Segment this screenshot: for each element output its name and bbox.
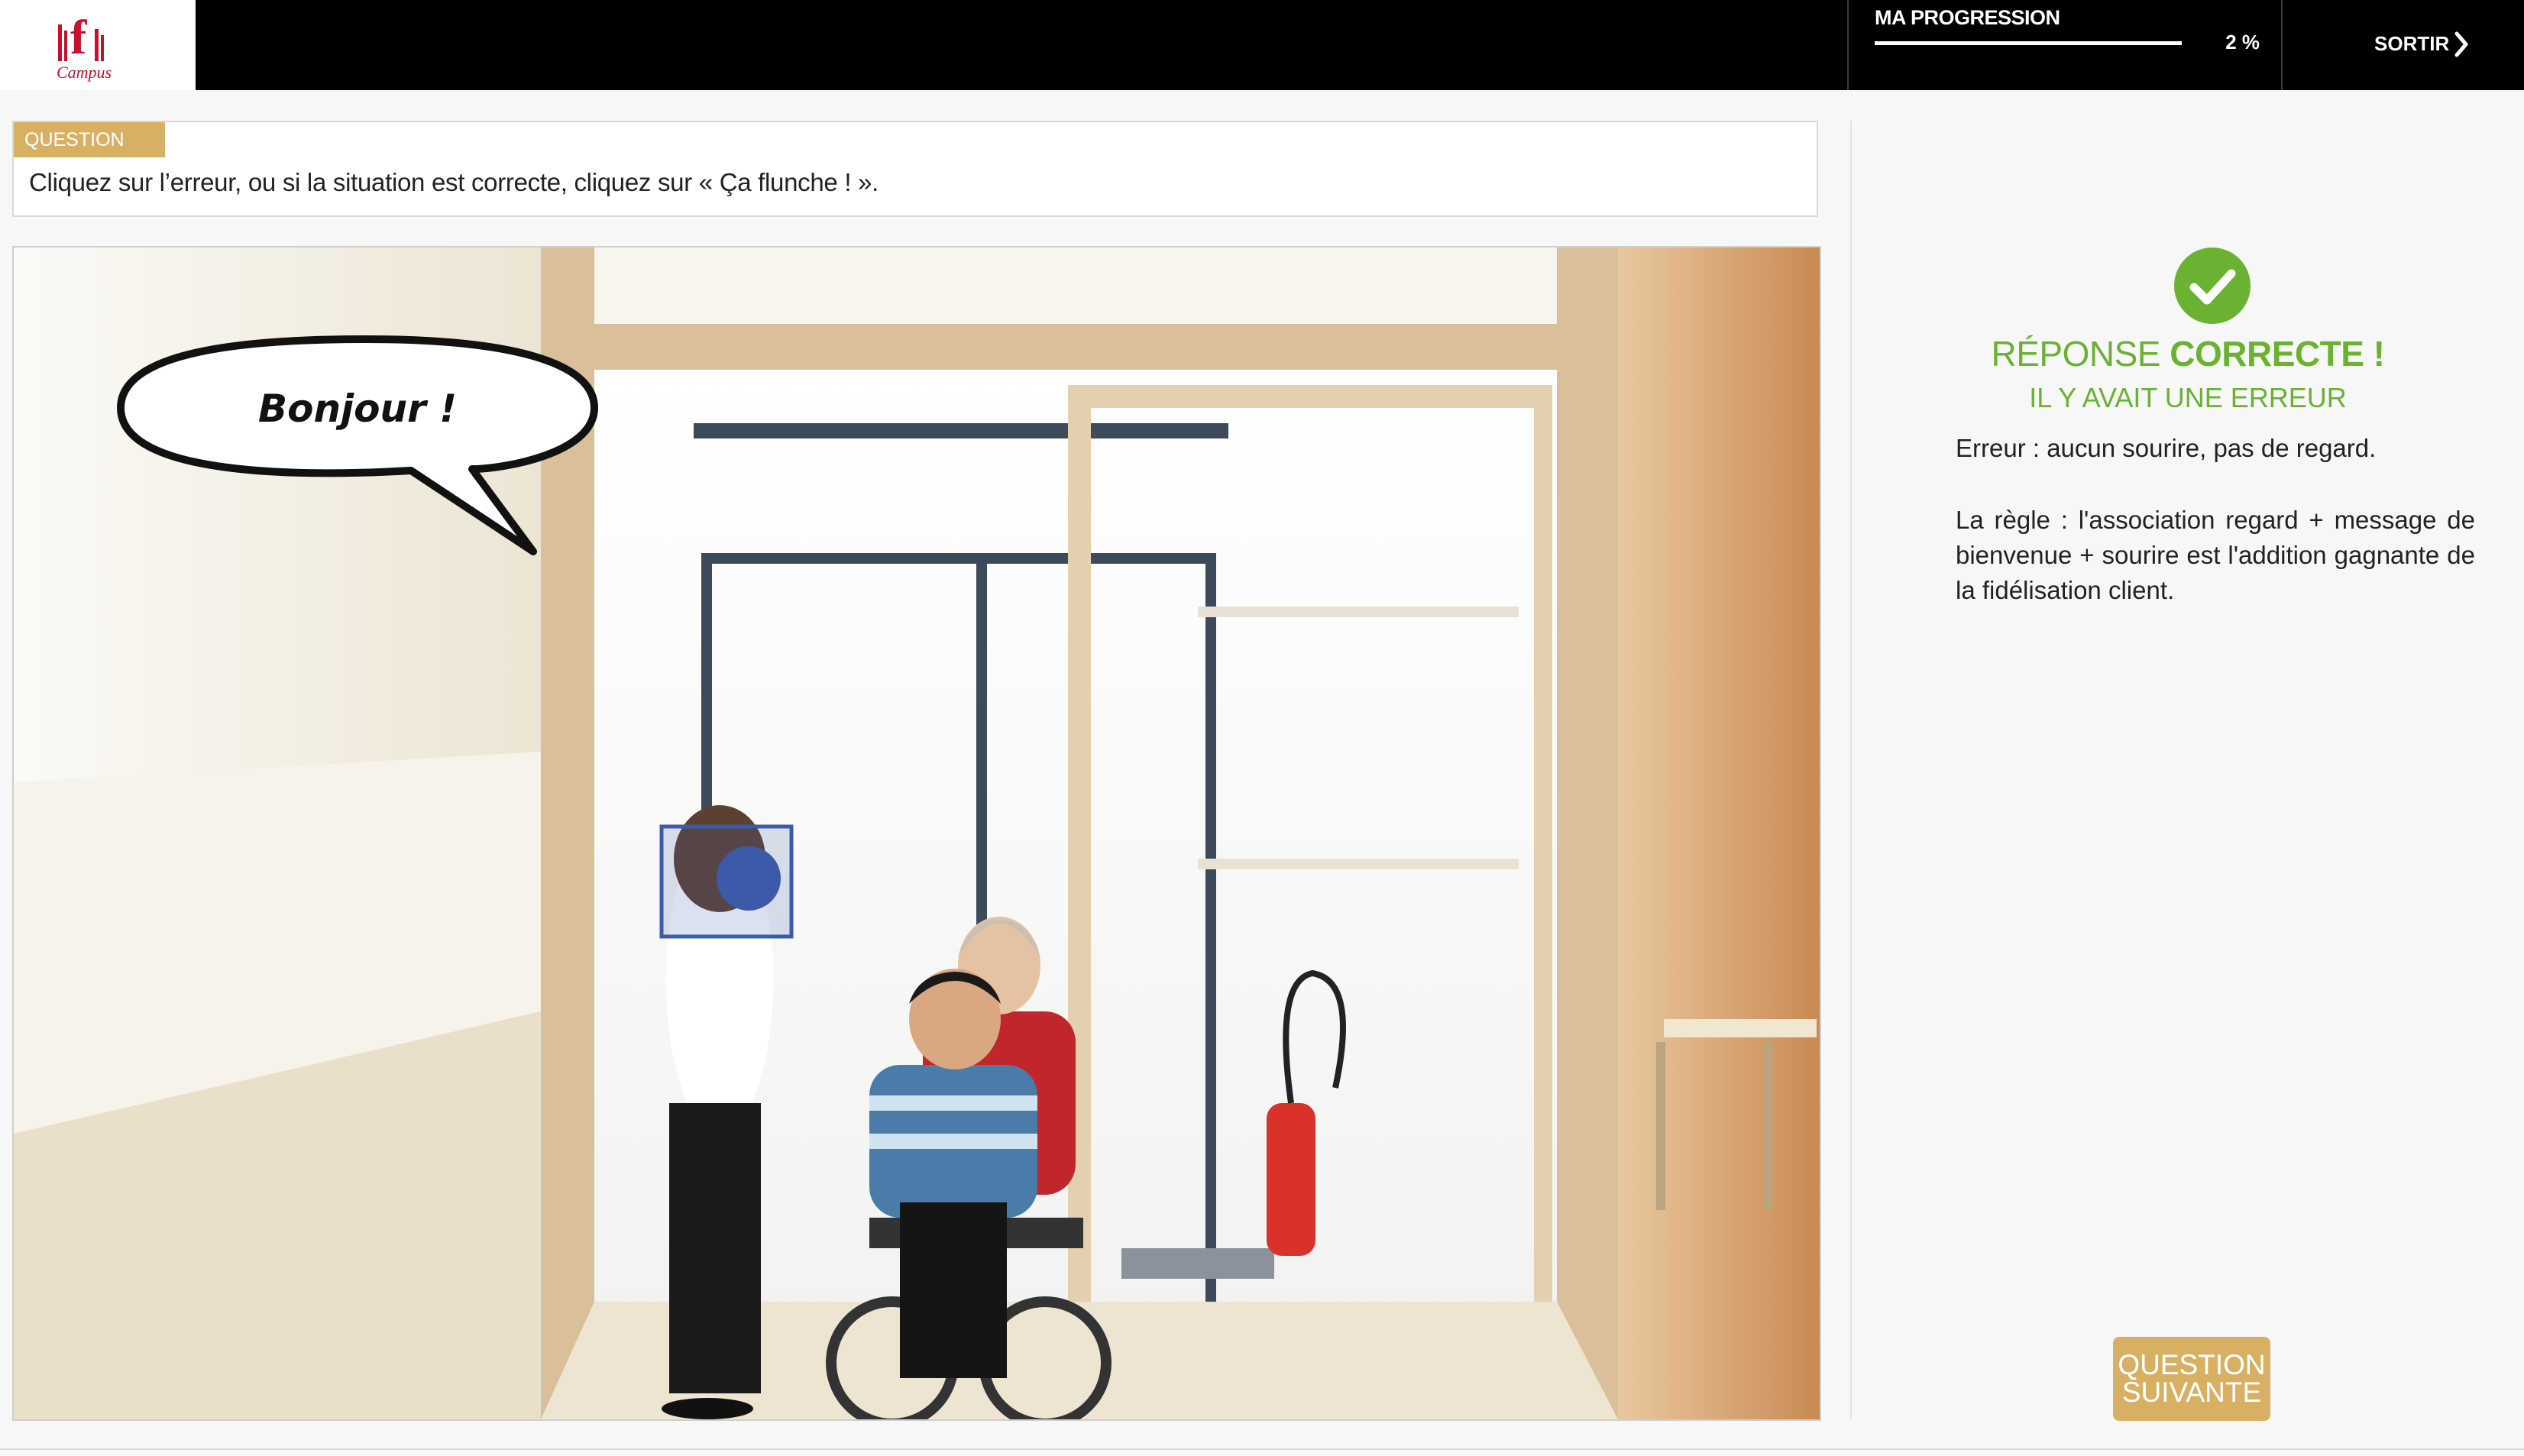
scene-image[interactable]: Bonjour ! (12, 246, 1821, 1421)
exit-button[interactable]: SORTIR (2281, 0, 2524, 90)
question-panel: QUESTION Cliquez sur l’erreur, ou si la … (12, 121, 1818, 217)
question-tag: QUESTION (14, 122, 165, 157)
exit-label: SORTIR (2374, 32, 2450, 55)
svg-text:Campus: Campus (57, 63, 112, 82)
restaurant-entrance-illustration: Bonjour ! (14, 248, 1820, 1419)
next-button-line1: QUESTION (2118, 1349, 2266, 1380)
feedback-error-text: Erreur : aucun sourire, pas de regard. (1956, 434, 2377, 462)
check-circle-icon (2174, 248, 2251, 324)
progress-bar (1875, 41, 2182, 45)
next-question-button[interactable]: QUESTION SUIVANTE (2113, 1337, 2270, 1421)
feedback-title-strong: CORRECTE ! (2170, 334, 2385, 374)
feedback-rule-text: La règle : l'association regard + messag… (1956, 506, 2475, 604)
top-bar: f Campus MA PROGRESSION 2 % SORTIR (0, 0, 2524, 90)
logo: f Campus (0, 0, 196, 90)
flunch-campus-logo: f Campus (57, 10, 112, 82)
feedback-title-prefix: RÉPONSE (1991, 334, 2161, 374)
feedback-subtitle: IL Y AVAIT UNE ERREUR (2029, 382, 2347, 413)
speech-bubble-text: Bonjour ! (258, 387, 457, 431)
next-button-line2: SUIVANTE (2121, 1377, 2262, 1408)
click-marker (717, 846, 781, 911)
footer-line (0, 1448, 2524, 1450)
progress-panel: MA PROGRESSION 2 % (1847, 0, 2283, 90)
progress-label: MA PROGRESSION (1875, 6, 2060, 29)
svg-text:f: f (70, 10, 87, 64)
progress-percent: 2 % (2225, 31, 2260, 53)
chevron-right-icon (2454, 31, 2468, 57)
progress-bar-fill (1875, 41, 2182, 45)
feedback-title: RÉPONSE CORRECTE ! (1852, 333, 2524, 374)
question-text: Cliquez sur l’erreur, ou si la situation… (29, 168, 879, 196)
panel-divider (1850, 121, 1852, 1419)
